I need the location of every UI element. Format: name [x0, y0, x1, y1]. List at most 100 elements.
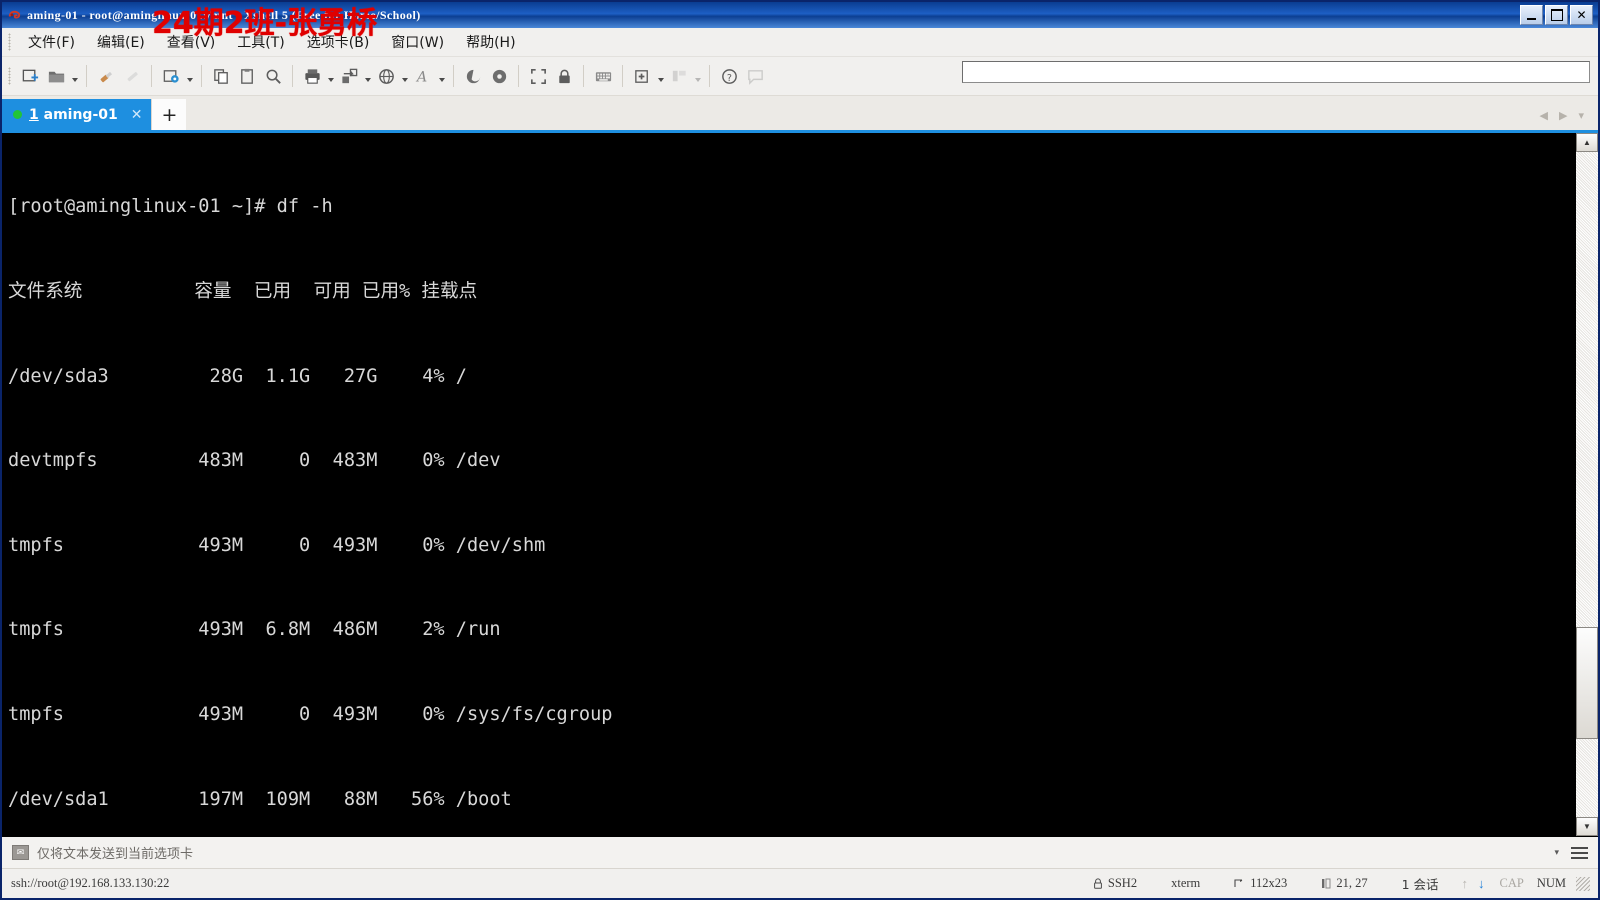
tab-prev-icon[interactable]: ◀ [1540, 109, 1548, 122]
menu-bar: 文件(F) 编辑(E) 查看(V) 工具(T) 选项卡(B) 窗口(W) 帮助(… [2, 28, 1598, 57]
tab-status-dot [13, 110, 22, 119]
arrange-dropdown-icon[interactable] [692, 63, 703, 89]
paste-icon[interactable] [234, 63, 260, 89]
tab-index: 1 [29, 106, 39, 123]
globe-icon[interactable] [373, 63, 399, 89]
screen-size-icon [1234, 879, 1243, 887]
send-text-bar: ✉ 仅将文本发送到当前选项卡 ▾ [2, 836, 1598, 868]
window-controls: ✕ [1520, 5, 1596, 25]
status-caps-lock: CAP [1499, 876, 1524, 890]
status-terminal-type: xterm [1171, 876, 1201, 890]
menu-item-file[interactable]: 文件(F) [17, 29, 86, 55]
font-dropdown-icon[interactable] [436, 63, 447, 89]
menu-item-tools[interactable]: 工具(T) [226, 29, 295, 55]
help-icon[interactable]: ? [716, 63, 742, 89]
transfer-icon[interactable] [336, 63, 362, 89]
script-icon[interactable] [486, 63, 512, 89]
toolbar-separator [583, 65, 584, 87]
title-bar: aming-01 - root@aminglinux-01:/mnt - Xsh… [2, 2, 1598, 41]
lock-icon [1094, 878, 1102, 889]
log-icon[interactable] [460, 63, 486, 89]
menu-item-help[interactable]: 帮助(H) [455, 29, 526, 55]
add-tab-dropdown-icon[interactable] [655, 63, 666, 89]
tab-aming-01[interactable]: 1 aming-01 ✕ [2, 99, 152, 130]
menu-grip[interactable] [8, 33, 11, 51]
address-bar-container [962, 61, 1590, 83]
session-properties-dropdown-icon[interactable] [184, 63, 195, 89]
svg-text:A: A [414, 69, 426, 85]
find-icon[interactable] [260, 63, 286, 89]
menu-item-tab[interactable]: 选项卡(B) [296, 29, 381, 55]
fullscreen-icon[interactable] [525, 63, 551, 89]
tab-close-icon[interactable]: ✕ [131, 107, 143, 123]
scroll-up-button[interactable]: ▲ [1576, 133, 1598, 152]
font-icon[interactable]: A [410, 63, 436, 89]
close-button[interactable]: ✕ [1570, 5, 1593, 25]
session-properties-icon[interactable] [158, 63, 184, 89]
scroll-down-button[interactable]: ▼ [1576, 817, 1598, 836]
print-dropdown-icon[interactable] [325, 63, 336, 89]
tab-next-icon[interactable]: ▶ [1559, 109, 1567, 122]
toolbar-separator [151, 65, 152, 87]
xshell-window: aming-01 - root@aminglinux-01:/mnt - Xsh… [0, 0, 1600, 900]
terminal-scrollbar[interactable]: ▲ ▼ [1575, 133, 1598, 836]
terminal-output[interactable]: [root@aminglinux-01 ~]# df -h 文件系统 容量 已用… [2, 133, 1575, 836]
send-to-tab-icon[interactable]: ✉ [12, 845, 29, 860]
minimize-button[interactable] [1520, 5, 1543, 25]
send-bar-menu-icon[interactable] [1571, 846, 1592, 859]
toolbar-separator [292, 65, 293, 87]
terminal-line: tmpfs 493M 0 493M 0% /dev/shm [8, 534, 546, 556]
toolbar-separator [518, 65, 519, 87]
globe-dropdown-icon[interactable] [399, 63, 410, 89]
status-cursor-position: 21, 27 [1304, 876, 1384, 891]
arrange-icon[interactable] [666, 63, 692, 89]
toolbar-separator [453, 65, 454, 87]
terminal-area: [root@aminglinux-01 ~]# df -h 文件系统 容量 已用… [2, 133, 1598, 836]
svg-text:?: ? [726, 72, 731, 83]
terminal-line: /dev/sda3 28G 1.1G 27G 4% / [8, 365, 467, 387]
menu-item-edit[interactable]: 编辑(E) [86, 29, 156, 55]
cursor-position-label: 21, 27 [1336, 876, 1368, 890]
menu-item-view[interactable]: 查看(V) [156, 29, 227, 55]
protocol-label: SSH2 [1107, 876, 1138, 890]
new-session-icon[interactable] [17, 63, 43, 89]
print-icon[interactable] [299, 63, 325, 89]
new-tab-button[interactable]: + [151, 99, 187, 130]
terminal-line: tmpfs 493M 0 493M 0% /sys/fs/cgroup [8, 703, 613, 725]
tab-label: aming-01 [38, 106, 118, 123]
add-tab-icon[interactable] [629, 63, 655, 89]
keyboard-icon[interactable] [590, 63, 616, 89]
menu-item-window[interactable]: 窗口(W) [380, 29, 455, 55]
copy-icon[interactable] [208, 63, 234, 89]
toolbar-separator [622, 65, 623, 87]
toolbar-grip[interactable] [8, 67, 11, 85]
toolbar-separator [709, 65, 710, 87]
send-bar-label: 仅将文本发送到当前选项卡 [37, 847, 194, 862]
tab-list-dropdown-icon[interactable]: ▾ [1578, 109, 1584, 122]
tab-bar: 1 aming-01 ✕ + ◀ ▶ ▾ [2, 96, 1598, 133]
terminal-line: 文件系统 容量 已用 可用 已用% 挂载点 [8, 281, 478, 302]
connect-icon[interactable] [93, 63, 119, 89]
send-bar-dropdown-icon[interactable]: ▾ [1554, 847, 1571, 858]
window-title: aming-01 - root@aminglinux-01:/mnt - Xsh… [27, 7, 421, 22]
open-folder-dropdown-icon[interactable] [69, 63, 80, 89]
terminal-line: tmpfs 493M 6.8M 486M 2% /run [8, 619, 501, 641]
scrollbar-thumb[interactable] [1576, 627, 1598, 739]
lock-icon[interactable] [551, 63, 577, 89]
address-input[interactable] [962, 61, 1590, 83]
open-folder-icon[interactable] [43, 63, 69, 89]
scrollbar-track[interactable] [1576, 152, 1598, 817]
status-num-lock: NUM [1536, 876, 1566, 890]
maximize-button[interactable] [1545, 5, 1568, 25]
resize-grip[interactable] [1576, 876, 1590, 891]
terminal-line: devtmpfs 483M 0 483M 0% /dev [8, 450, 501, 472]
status-bar: ssh://root@192.168.133.130:22 SSH2 xterm… [2, 868, 1598, 898]
transfer-dropdown-icon[interactable] [362, 63, 373, 89]
disconnect-icon[interactable] [119, 63, 145, 89]
screen-size-label: 112x23 [1250, 876, 1288, 890]
upload-arrow-icon: ↑ [1461, 875, 1469, 891]
terminal-line: /dev/sda1 197M 109M 88M 56% /boot [8, 788, 512, 810]
comment-icon[interactable] [742, 63, 768, 89]
tab-nav: ◀ ▶ ▾ [1540, 109, 1598, 130]
toolbar-separator [86, 65, 87, 87]
